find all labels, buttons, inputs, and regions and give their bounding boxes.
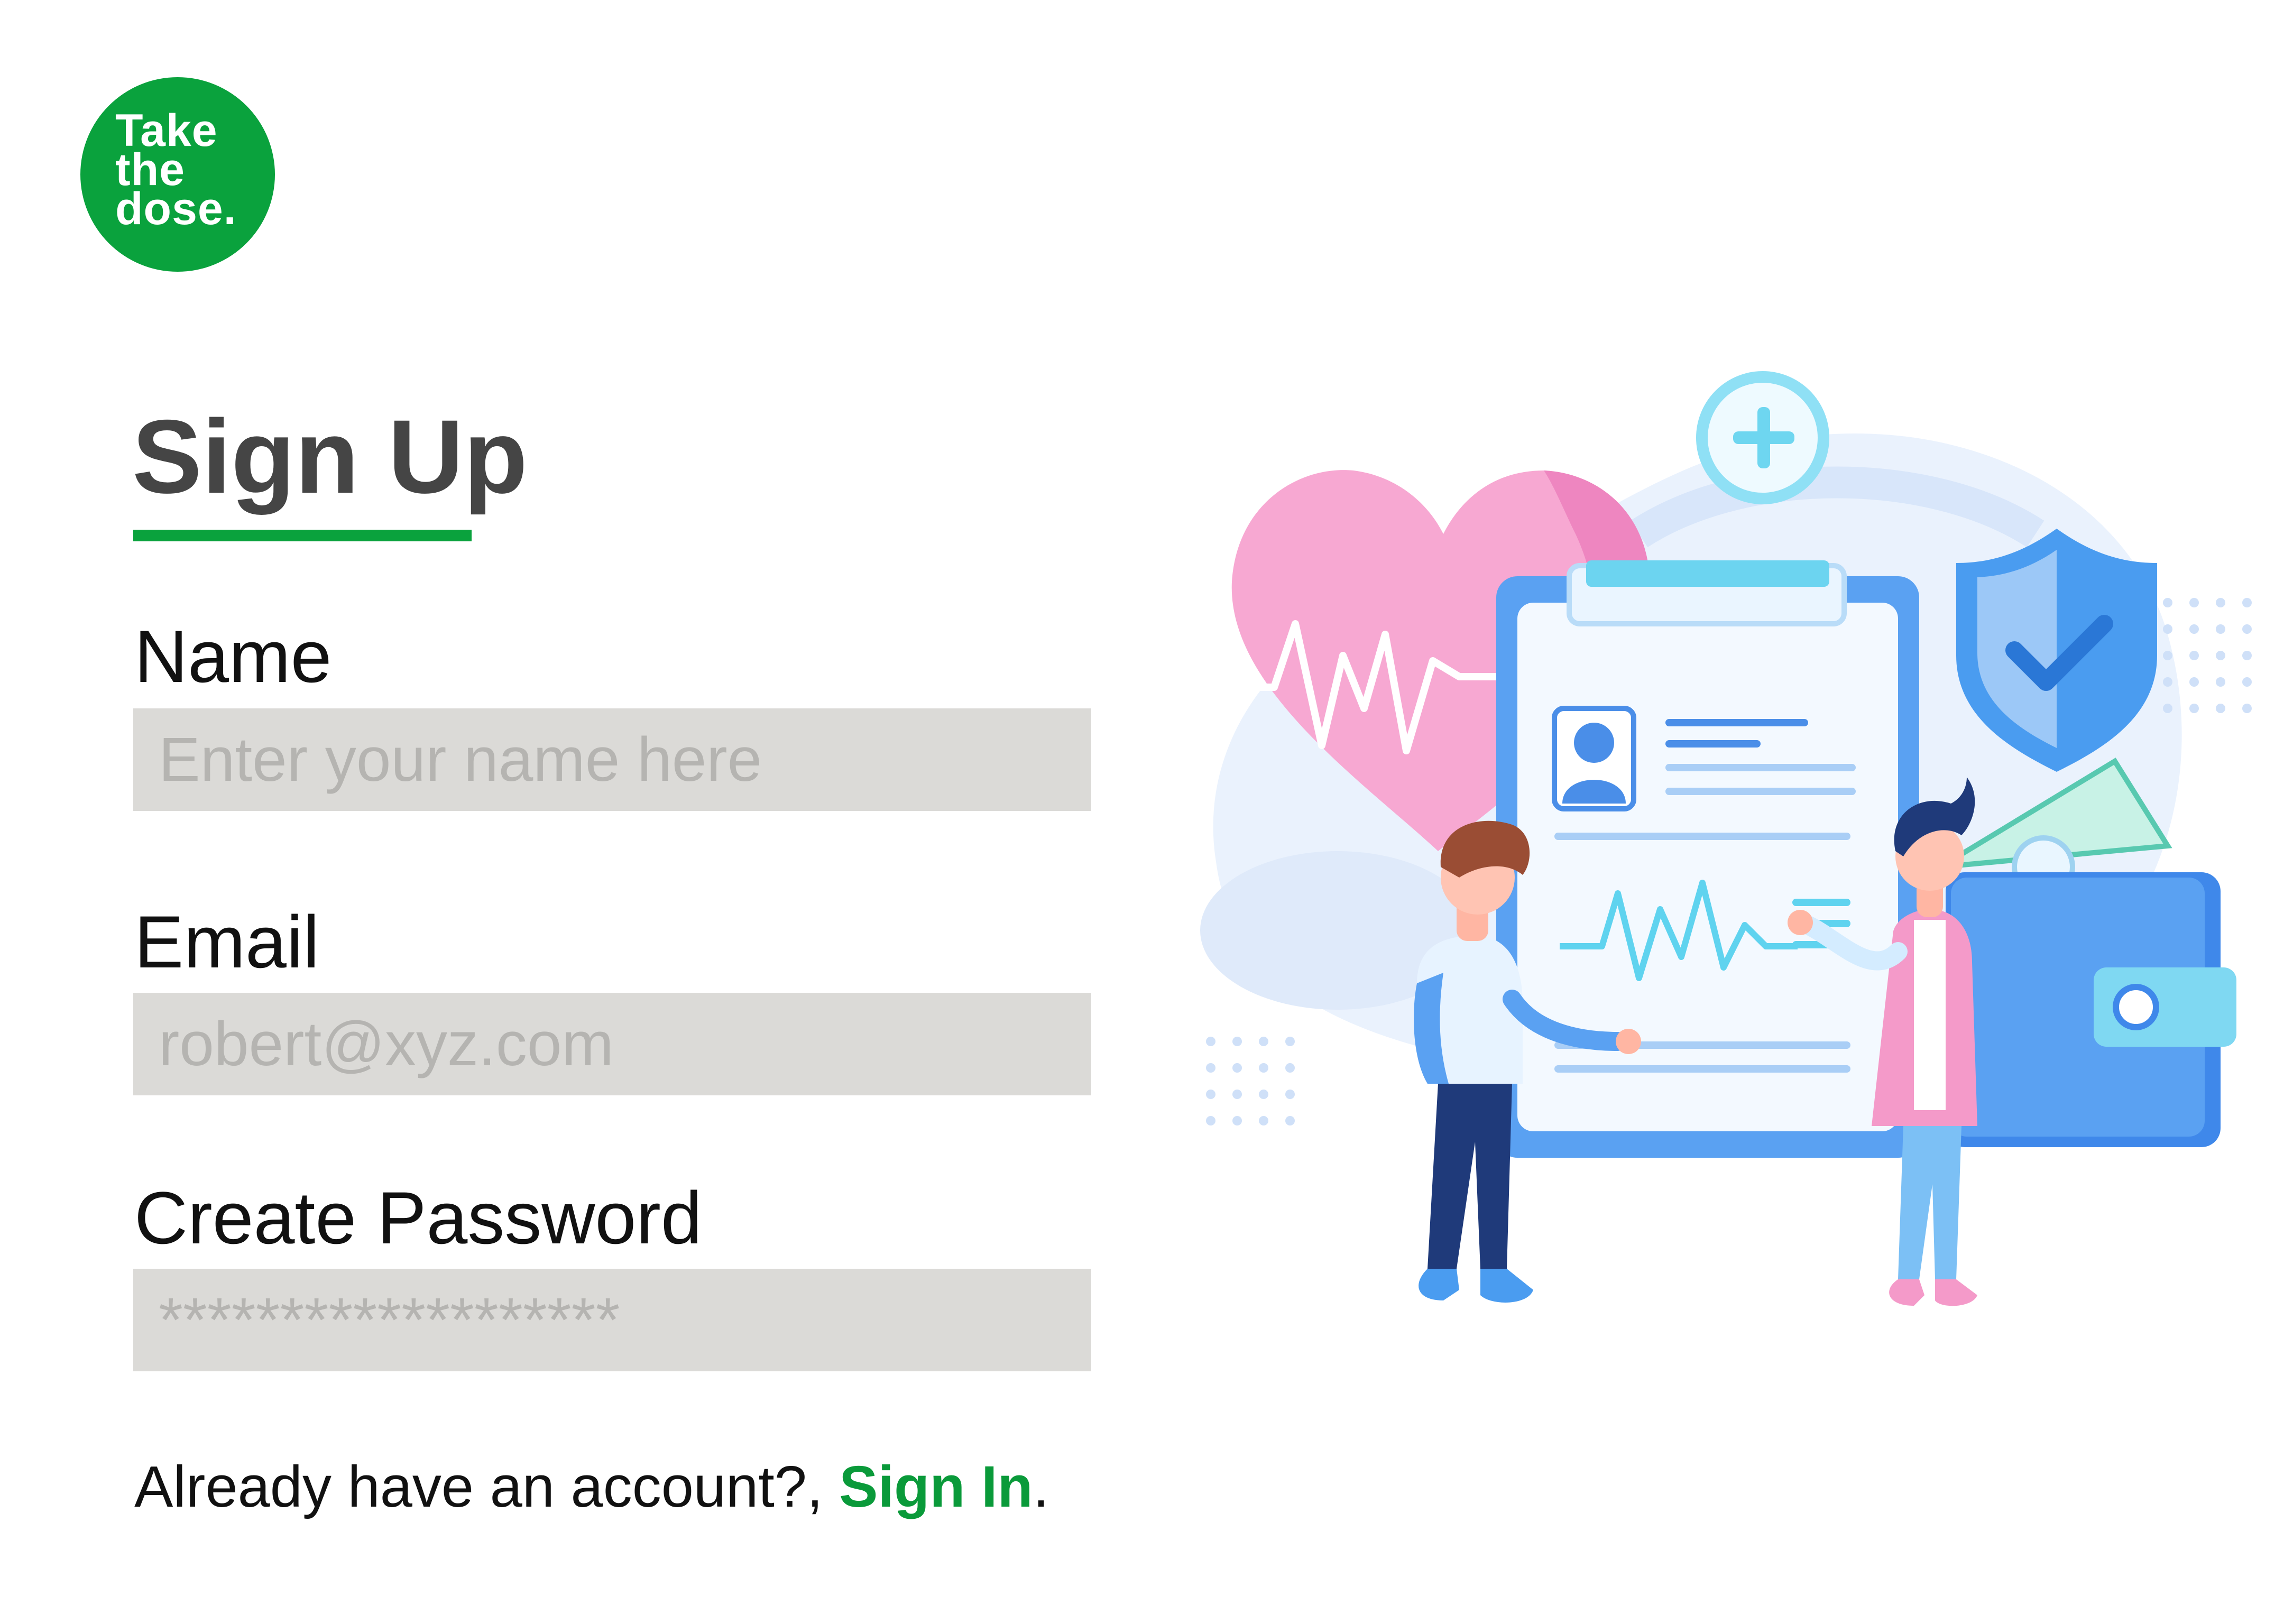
email-input[interactable] [133,993,1091,1095]
password-input[interactable] [133,1269,1091,1371]
name-label: Name [134,615,332,698]
logo-text: Take the dose. [115,108,237,234]
plus-icon [1696,371,1829,504]
password-label: Create Password [134,1176,702,1259]
signin-prompt-suffix: . [1033,1454,1049,1519]
signin-prompt-text: Already have an account?, [134,1454,840,1519]
clipboard-icon [1496,560,1919,1158]
dot-grid-left [1206,1037,1295,1125]
healthcare-illustration [1195,371,2252,1306]
logo-line-3: dose. [115,183,237,234]
signin-link[interactable]: Sign In [839,1454,1033,1519]
email-label: Email [134,900,320,983]
page-title: Sign Up [132,398,528,515]
take-the-dose-logo: Take the dose. [80,77,275,272]
name-input[interactable] [133,708,1091,811]
signin-prompt: Already have an account?, Sign In. [134,1458,1049,1516]
user-profile-icon [1552,706,1636,811]
title-underline [133,530,472,541]
